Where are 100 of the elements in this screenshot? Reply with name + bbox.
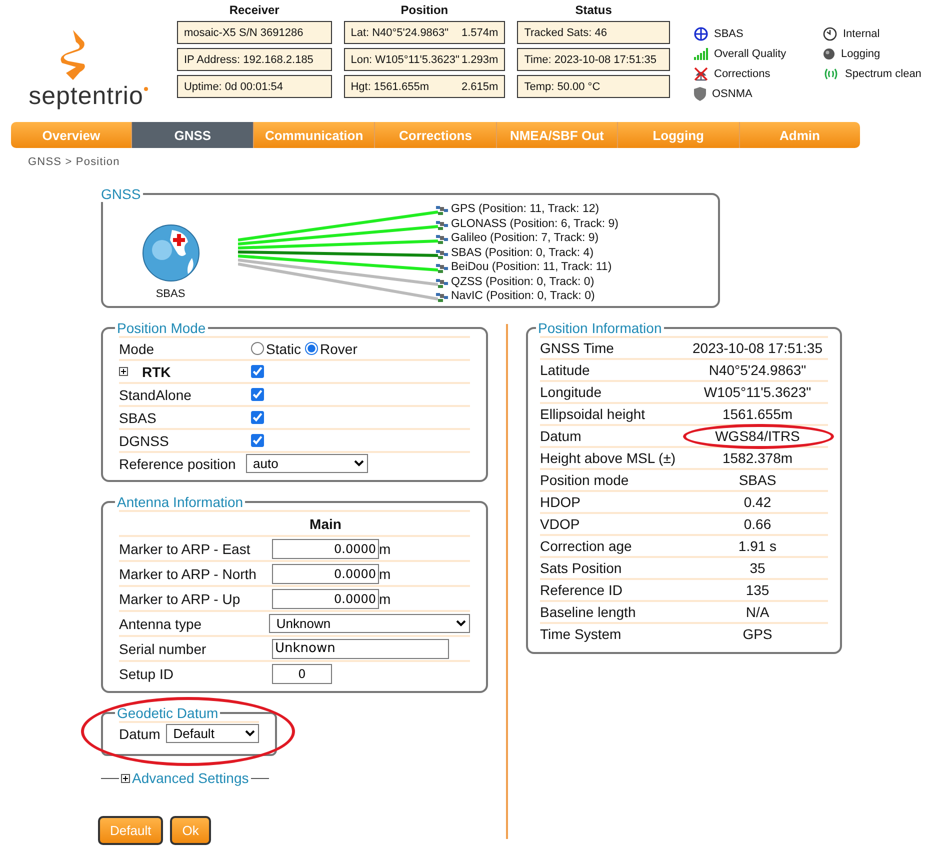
checkbox[interactable] xyxy=(251,434,264,447)
status-field: IP Address: 192.168.2.185 xyxy=(176,48,332,71)
status-field: Time: 2023-10-08 17:51:35 xyxy=(517,48,670,71)
info-label: Height above MSL (±) xyxy=(540,450,677,466)
unit-label: m xyxy=(379,540,391,556)
info-label: Datum xyxy=(540,428,582,444)
panel-title: Geodetic Datum xyxy=(116,705,220,721)
sphere-icon xyxy=(823,48,835,60)
info-label: Correction age xyxy=(540,538,633,554)
info-value: 1.91 s xyxy=(738,538,777,554)
panel-title: Position Mode xyxy=(116,320,207,336)
datum-dropdown[interactable]: Default xyxy=(166,724,259,743)
info-value: 1582.378m xyxy=(722,450,793,466)
status-field: Lat: N40°5'24.9863" 1.574m xyxy=(344,21,506,44)
info-label: Longitude xyxy=(540,384,603,400)
status-field: mosaic-X5 S/N 3691286 xyxy=(176,21,332,44)
info-value: 0.42 xyxy=(744,494,772,510)
reference-dropdown[interactable]: auto xyxy=(246,454,368,473)
info-value: 1561.655m xyxy=(722,406,793,422)
nav-tab[interactable]: GNSS xyxy=(132,122,254,148)
unit-label: m xyxy=(379,566,391,582)
constellation-label: Galileo (Position: 7, Track: 9) xyxy=(451,232,599,244)
antenna-crossed-icon xyxy=(694,67,708,81)
info-label: GNSS Time xyxy=(540,340,615,356)
status-field: Temp: 50.00 °C xyxy=(517,75,670,98)
radio-label: Static xyxy=(266,340,302,356)
satellite-icon xyxy=(436,290,449,302)
shield-icon xyxy=(694,87,706,101)
radio-button[interactable] xyxy=(305,342,318,355)
field-label: StandAlone xyxy=(119,386,192,402)
status-legend-label: Corrections xyxy=(714,68,770,80)
field-label: DGNSS xyxy=(119,432,169,448)
satellite-icon xyxy=(436,203,449,216)
panel-title: Antenna Information xyxy=(116,494,244,510)
field-label: Marker to ARP - North xyxy=(119,566,258,582)
status-legend-label: Logging xyxy=(841,48,880,60)
info-value: N40°5'24.9863" xyxy=(708,362,806,378)
constellation-label: SBAS (Position: 0, Track: 4) xyxy=(451,246,594,259)
panel-title: Position Information xyxy=(537,320,663,336)
status-legend-label: Overall Quality xyxy=(714,48,786,60)
constellation-label: GPS (Position: 11, Track: 12) xyxy=(451,203,600,216)
status-field: Lon: W105°11'5.3623" 1.293m xyxy=(344,48,506,71)
field-label: Marker to ARP - Up xyxy=(119,590,242,606)
expand-icon[interactable] xyxy=(119,367,128,376)
status-legend-label: SBAS xyxy=(714,28,744,40)
input-field[interactable]: 0.0000 xyxy=(272,564,379,584)
checkbox[interactable] xyxy=(251,411,264,424)
field-label: Reference position xyxy=(119,456,237,472)
info-label: Baseline length xyxy=(540,604,637,620)
info-label: Reference ID xyxy=(540,582,624,598)
info-label: Position mode xyxy=(540,472,630,488)
info-value: SBAS xyxy=(738,472,776,488)
status-field: Hgt: 1561.655m 2.615m xyxy=(344,75,506,98)
input-field[interactable]: 0.0000 xyxy=(272,538,379,558)
radio-label: Rover xyxy=(320,340,358,356)
signal-bars-icon xyxy=(694,48,708,60)
info-label: VDOP xyxy=(540,516,581,532)
info-value: 135 xyxy=(746,582,770,598)
globe-label: SBAS xyxy=(156,288,186,300)
field-label: SBAS xyxy=(119,410,156,426)
input-field[interactable]: 0 xyxy=(272,664,332,684)
advanced-settings-link[interactable]: Advanced Settings xyxy=(132,770,249,786)
info-value: 2023-10-08 17:51:35 xyxy=(692,340,822,356)
clock-icon xyxy=(823,27,837,41)
info-label: Latitude xyxy=(540,362,591,378)
field-label: Datum xyxy=(119,726,160,742)
globe-icon xyxy=(142,224,200,282)
input-field[interactable]: Unknown xyxy=(272,638,449,658)
checkbox[interactable] xyxy=(251,388,264,401)
radio-button[interactable] xyxy=(251,342,264,355)
field-label: Serial number xyxy=(119,640,208,656)
info-label: Time System xyxy=(540,626,622,642)
info-label: Ellipsoidal height xyxy=(540,406,646,422)
field-label: Marker to ARP - East xyxy=(119,540,252,556)
status-legend-label: Internal xyxy=(843,28,880,40)
antenna-type-dropdown[interactable]: Unknown xyxy=(269,614,470,633)
input-field[interactable]: 0.0000 xyxy=(272,588,379,608)
status-field: Tracked Sats: 46 xyxy=(517,21,670,44)
constellation-label: BeiDou (Position: 11, Track: 11) xyxy=(451,261,612,274)
status-legend-label: OSNMA xyxy=(712,88,752,100)
field-label: Mode xyxy=(119,340,156,356)
info-value: 35 xyxy=(750,560,766,576)
column-heading: Main xyxy=(308,516,342,532)
checkbox[interactable] xyxy=(251,365,264,378)
info-label: HDOP xyxy=(540,494,582,510)
info-value: N/A xyxy=(746,604,770,620)
field-label: Antenna type xyxy=(119,616,203,632)
field-label: RTK xyxy=(142,364,171,380)
expand-icon[interactable] xyxy=(121,774,130,782)
crosshair-icon xyxy=(694,27,708,41)
info-value: WGS84/ITRS xyxy=(715,428,800,444)
status-heading: Position xyxy=(400,4,450,17)
constellation-label: GLONASS (Position: 6, Track: 9) xyxy=(451,218,618,230)
field-label: Setup ID xyxy=(119,666,174,682)
wave-icon xyxy=(823,67,839,81)
info-value: W105°11'5.3623" xyxy=(704,384,812,400)
logo-dot-icon xyxy=(144,87,148,91)
info-value: GPS xyxy=(742,626,772,642)
info-value: 0.66 xyxy=(744,516,772,532)
status-field: Uptime: 0d 00:01:54 xyxy=(176,75,332,98)
